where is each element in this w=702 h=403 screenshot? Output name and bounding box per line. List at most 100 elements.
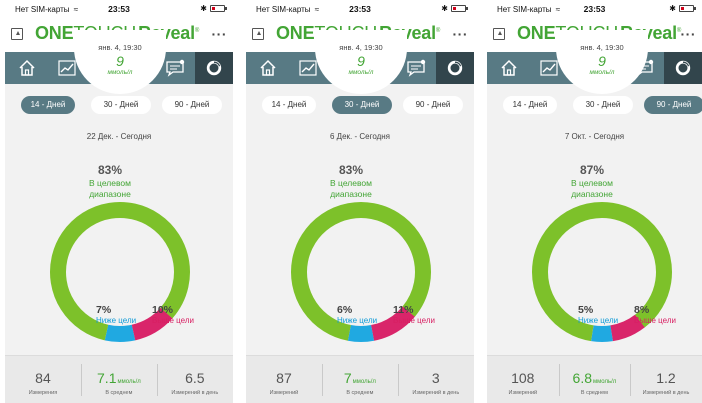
range-donut-chart — [49, 202, 190, 342]
nav-tab-patterns-active[interactable] — [195, 52, 233, 84]
more-icon[interactable]: ··· — [681, 26, 697, 42]
latest-reading-bubble[interactable]: янв. 4, 19:30 9 ммоль/л — [315, 30, 407, 94]
stat-per-day: 1.2 Измерений в день — [630, 356, 702, 403]
tab-14-days[interactable]: 14 - Дней — [503, 96, 557, 114]
bluetooth-icon: ✱ — [669, 4, 676, 13]
average-unit: ммоль/л — [593, 379, 617, 385]
stats-footer: 87 Измерений 7ммоль/л В среднем 3 Измере… — [246, 355, 474, 403]
message-icon[interactable] — [165, 58, 185, 78]
latest-reading-bubble[interactable]: янв. 4, 19:30 9 ммоль/л — [74, 30, 166, 94]
tab-90-days[interactable]: 90 - Дней — [162, 96, 222, 114]
stat-per-day: 6.5 Измерений в день — [157, 356, 233, 403]
average-number: 7 — [343, 370, 352, 386]
below-label: Ниже цели — [337, 316, 378, 325]
in-range-label-line1: В целевом — [571, 178, 613, 188]
below-label: Ниже цели — [96, 316, 137, 325]
average-caption: В среднем — [580, 390, 608, 396]
home-icon[interactable] — [499, 58, 519, 78]
average-number: 7.1 — [97, 370, 117, 386]
above-percent: 11% — [393, 304, 414, 316]
period-tabs: 14 - Дней 30 - Дней 90 - Дней — [487, 96, 702, 116]
stat-average: 7ммоль/л В среднем — [322, 356, 398, 403]
tab-14-days[interactable]: 14 - Дней — [21, 96, 75, 114]
message-icon[interactable] — [406, 58, 426, 78]
stats-footer: 108 Измерений 6.8ммоль/л В среднем 1.2 И… — [487, 355, 702, 403]
reading-value: 9 — [357, 53, 365, 69]
latest-reading-bubble[interactable]: янв. 4, 19:30 9 ммоль/л — [556, 30, 648, 94]
nav-tab-patterns-active[interactable] — [664, 52, 702, 84]
battery-tip — [225, 7, 227, 10]
bluetooth-icon: ✱ — [441, 4, 448, 13]
above-label: Выше цели — [393, 316, 435, 325]
stat-count: 84 Измерения — [5, 356, 81, 403]
above-label: Выше цели — [634, 316, 676, 325]
status-bar: Нет SIM-карты ≈ 23:53 ✱ — [246, 0, 474, 18]
in-range-percent: 83% — [97, 163, 123, 177]
count-value: 108 — [511, 370, 535, 386]
in-range-label-line1: В целевом — [330, 178, 372, 188]
per-day-caption: Измерений в день — [412, 390, 460, 396]
below-percent: 6% — [337, 304, 353, 316]
count-value: 87 — [276, 370, 292, 386]
share-icon[interactable] — [252, 28, 264, 40]
range-donut-chart — [291, 202, 431, 342]
tab-30-days[interactable]: 30 - Дней — [573, 96, 633, 114]
donut-icon — [206, 60, 222, 76]
in-range-percent: 83% — [338, 163, 364, 177]
stats-footer: 84 Измерения 7.1ммоль/л В среднем 6.5 Из… — [5, 355, 233, 403]
below-range-summary: 7% Ниже цели — [96, 304, 136, 325]
count-caption: Измерений — [269, 390, 299, 396]
stat-per-day: 3 Измерений в день — [398, 356, 474, 403]
tab-90-days[interactable]: 90 - Дней — [644, 96, 702, 114]
reading-unit: ммоль/л — [107, 69, 133, 76]
count-caption: Измерений — [508, 390, 538, 396]
in-range-label-line1: В целевом — [89, 178, 131, 188]
more-icon[interactable]: ··· — [453, 26, 469, 42]
status-bar: Нет SIM-карты ≈ 23:53 ✱ — [487, 0, 702, 18]
battery-tip — [466, 7, 468, 10]
date-range: 7 Окт. - Сегодня — [564, 132, 625, 141]
range-donut-chart — [532, 202, 672, 342]
share-icon[interactable] — [493, 28, 505, 40]
above-percent: 8% — [634, 304, 650, 316]
below-percent: 5% — [578, 304, 594, 316]
below-label: Ниже цели — [578, 316, 619, 325]
below-percent: 7% — [96, 304, 112, 316]
reading-datetime: янв. 4, 19:30 — [580, 43, 624, 52]
average-unit: ммоль/л — [117, 379, 141, 385]
average-caption: В среднем — [346, 390, 374, 396]
average-number: 6.8 — [572, 370, 592, 386]
date-range: 6 Дек. - Сегодня — [329, 132, 391, 141]
tab-30-days[interactable]: 30 - Дней — [332, 96, 392, 114]
average-value: 7.1ммоль/л — [81, 370, 157, 386]
donut-icon — [675, 60, 691, 76]
nav-tab-patterns-active[interactable] — [436, 52, 474, 84]
tab-14-days[interactable]: 14 - Дней — [262, 96, 316, 114]
reading-value: 9 — [116, 53, 124, 69]
more-icon[interactable]: ··· — [212, 26, 228, 42]
donut-icon — [447, 60, 463, 76]
home-icon[interactable] — [17, 58, 37, 78]
share-icon[interactable] — [11, 28, 23, 40]
logo-one: ONE — [276, 23, 315, 43]
average-caption: В среднем — [105, 390, 133, 396]
per-day-value: 6.5 — [185, 370, 205, 386]
battery-tip — [694, 7, 696, 10]
above-label: Выше цели — [152, 316, 194, 325]
count-value: 84 — [35, 370, 51, 386]
below-range-summary: 6% Ниже цели — [337, 304, 377, 325]
per-day-value: 1.2 — [656, 370, 676, 386]
period-tabs: 14 - Дней 30 - Дней 90 - Дней — [246, 96, 474, 116]
panel-90-days: Нет SIM-карты ≈ 23:53 ✱ ONETOUCHReveal® … — [487, 0, 702, 403]
stat-average: 7.1ммоль/л В среднем — [81, 356, 157, 403]
tab-30-days[interactable]: 30 - Дней — [91, 96, 151, 114]
average-unit: ммоль/л — [352, 379, 376, 385]
home-icon[interactable] — [258, 58, 278, 78]
tab-90-days[interactable]: 90 - Дней — [403, 96, 463, 114]
battery-icon — [210, 5, 225, 12]
count-caption: Измерения — [28, 390, 58, 396]
in-range-percent: 87% — [579, 163, 605, 177]
logo-one: ONE — [517, 23, 556, 43]
per-day-value: 3 — [431, 370, 440, 386]
above-range-summary: 8% Выше цели — [634, 304, 676, 325]
